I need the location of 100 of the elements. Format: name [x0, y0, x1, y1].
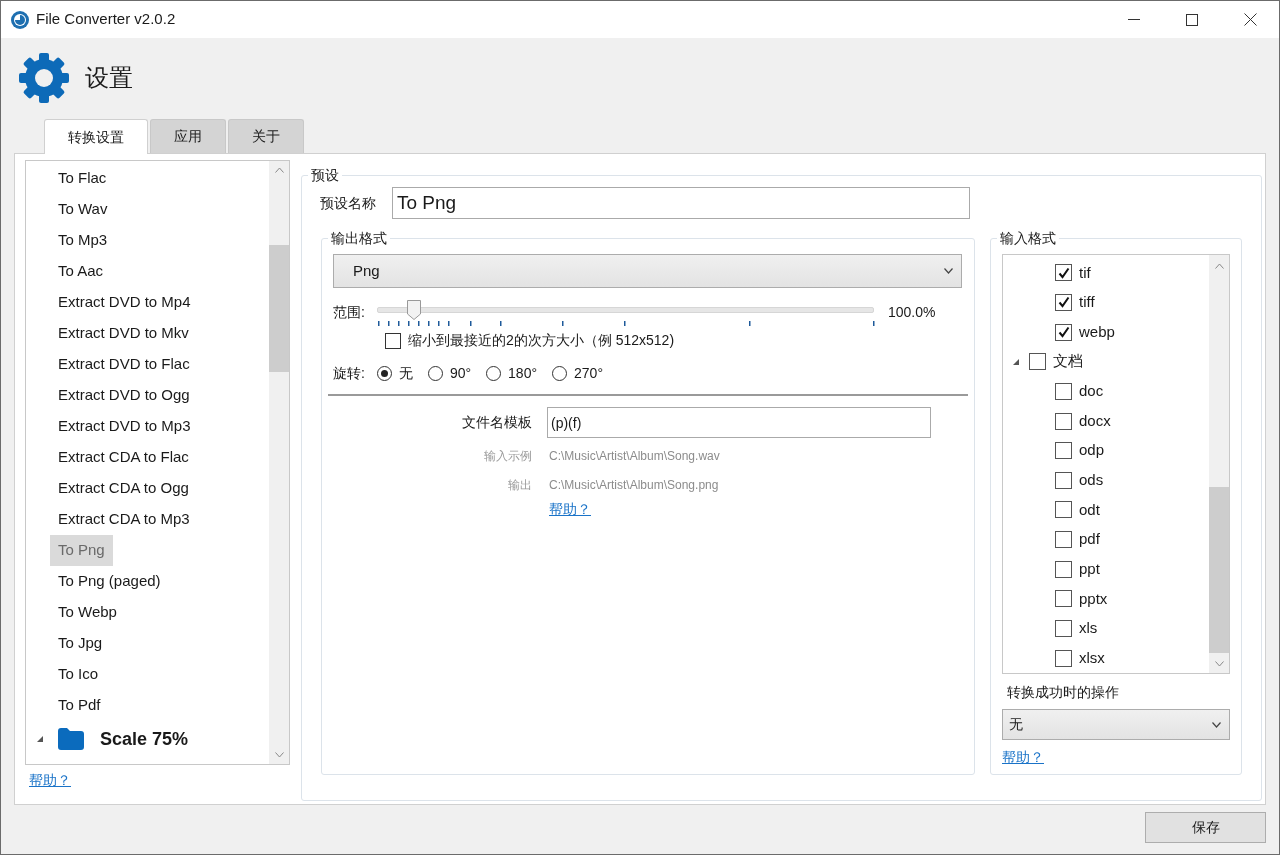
- field-label: 转换成功时的操作: [1007, 683, 1120, 702]
- checkbox[interactable]: [1055, 471, 1072, 489]
- checkbox[interactable]: [1055, 412, 1072, 430]
- app-logo-icon: [10, 9, 30, 30]
- field-label: 输出: [507, 477, 532, 494]
- tab[interactable]: 应用: [150, 119, 226, 153]
- folder-item[interactable]: Scale 75%: [98, 725, 191, 753]
- preset-item[interactable]: Extract CDA to Mp3: [50, 504, 198, 535]
- radio-button[interactable]: [552, 366, 568, 381]
- checkbox-label: tif: [1079, 262, 1091, 283]
- checkbox-label: pdf: [1079, 529, 1100, 550]
- maximize-icon: [1186, 13, 1198, 26]
- radio-label: 90°: [449, 364, 472, 383]
- checkbox[interactable]: [1055, 293, 1072, 311]
- field-label: 旋转:: [333, 364, 365, 383]
- checkbox[interactable]: [1029, 353, 1046, 371]
- slider-value: 100.0%: [887, 303, 936, 322]
- checkbox[interactable]: [1055, 649, 1072, 667]
- checkbox[interactable]: [1055, 501, 1072, 519]
- checkbox-label: docx: [1079, 410, 1111, 431]
- save-button[interactable]: 保存: [1145, 812, 1266, 843]
- checkbox-label: ods: [1079, 470, 1104, 491]
- checkbox[interactable]: [1055, 620, 1072, 637]
- template-field[interactable]: (p)(f): [547, 407, 931, 438]
- checkbox-label: tiff: [1079, 292, 1095, 313]
- tab[interactable]: 转换设置: [44, 119, 148, 154]
- help-link[interactable]: 帮助？: [29, 770, 71, 791]
- preset-item[interactable]: To Webp: [50, 597, 125, 628]
- checkbox-label: xlsx: [1079, 647, 1105, 668]
- group-title: 输入格式: [997, 229, 1059, 247]
- folder-icon: [58, 728, 84, 750]
- group-title: 预设: [308, 166, 342, 184]
- checkbox[interactable]: [1055, 264, 1072, 282]
- slider-thumb[interactable]: [406, 300, 421, 320]
- checkbox-label: webp: [1079, 321, 1115, 342]
- preset-item[interactable]: To Png: [50, 535, 113, 566]
- checkbox[interactable]: [1055, 442, 1072, 460]
- preset-item[interactable]: Extract CDA to Ogg: [50, 473, 197, 504]
- checkbox-label: pptx: [1079, 588, 1108, 609]
- radio-button[interactable]: [486, 366, 502, 381]
- checkbox-label: xls: [1079, 618, 1098, 639]
- page-title: 设置: [85, 63, 133, 93]
- scroll-down-icon: [1214, 661, 1224, 667]
- checkbox-label: 文档: [1053, 351, 1083, 372]
- scroll-up-icon: [274, 167, 284, 173]
- field-label: 预设名称: [320, 193, 376, 213]
- help-link[interactable]: 帮助？: [549, 499, 591, 520]
- group-title: 输出格式: [328, 229, 390, 247]
- radio-label: 270°: [574, 364, 603, 383]
- preset-item[interactable]: Extract CDA to Flac: [50, 442, 197, 473]
- caret-icon: [944, 268, 953, 274]
- action-dropdown[interactable]: 无: [1002, 709, 1230, 740]
- scrollbar[interactable]: [1209, 255, 1229, 673]
- checkbox-label: odp: [1079, 440, 1105, 461]
- preset-item[interactable]: To Aac: [50, 256, 112, 287]
- radio-label: 无: [398, 364, 413, 383]
- preset-item[interactable]: Extract DVD to Ogg: [50, 380, 198, 411]
- checkbox[interactable]: [385, 332, 401, 349]
- field-label: 输入示例: [483, 448, 532, 465]
- caret-icon: [1212, 721, 1221, 728]
- preset-item[interactable]: To Ico: [50, 659, 107, 690]
- preset-item[interactable]: To Wav: [50, 194, 116, 225]
- checkbox-label: odt: [1079, 499, 1100, 520]
- checkbox-label: doc: [1079, 381, 1104, 402]
- preset-item[interactable]: To Mp3: [50, 225, 116, 256]
- preset-item[interactable]: To Jpg: [50, 628, 111, 659]
- scroll-down-icon: [274, 752, 284, 758]
- checkbox-label: 缩小到最接近的2的次方大小（例 512x512): [408, 331, 675, 350]
- example-path: C:\Music\Artist\Album\Song.png: [549, 477, 720, 494]
- preset-name-field[interactable]: To Png: [392, 187, 970, 219]
- checkbox[interactable]: [1055, 323, 1072, 341]
- preset-item[interactable]: Extract DVD to Flac: [50, 349, 198, 380]
- settings-icon: [17, 51, 71, 105]
- preset-item[interactable]: Extract DVD to Mkv: [50, 318, 197, 349]
- format-dropdown[interactable]: Png: [333, 254, 962, 288]
- checkbox[interactable]: [1055, 531, 1072, 549]
- scrollbar-thumb[interactable]: [269, 245, 289, 372]
- radio-button[interactable]: [427, 366, 443, 381]
- scroll-up-icon: [1214, 263, 1224, 269]
- radio-button[interactable]: [376, 366, 392, 381]
- tab[interactable]: 关于: [228, 119, 304, 153]
- preset-item[interactable]: Extract DVD to Mp4: [50, 287, 199, 318]
- checkbox[interactable]: [1055, 560, 1072, 578]
- expanded-triangle-icon: [1012, 357, 1020, 366]
- window-title: File Converter v2.0.2: [36, 9, 176, 30]
- scrollbar-thumb[interactable]: [1209, 487, 1229, 653]
- checkbox[interactable]: [1055, 382, 1072, 400]
- help-link[interactable]: 帮助？: [1002, 747, 1044, 768]
- preset-item[interactable]: To Flac: [50, 163, 115, 194]
- checkbox[interactable]: [1055, 590, 1072, 608]
- preset-item[interactable]: To Pdf: [50, 690, 109, 721]
- field-label: 范围:: [333, 303, 365, 322]
- preset-item[interactable]: Extract DVD to Mp3: [50, 411, 199, 442]
- close-icon: [1243, 13, 1257, 26]
- scrollbar[interactable]: [269, 161, 289, 764]
- minimize-icon: [1128, 18, 1140, 21]
- example-path: C:\Music\Artist\Album\Song.wav: [549, 448, 721, 465]
- preset-item[interactable]: To Png (paged): [50, 566, 169, 597]
- expanded-triangle-icon: [36, 735, 44, 743]
- radio-label: 180°: [508, 364, 538, 383]
